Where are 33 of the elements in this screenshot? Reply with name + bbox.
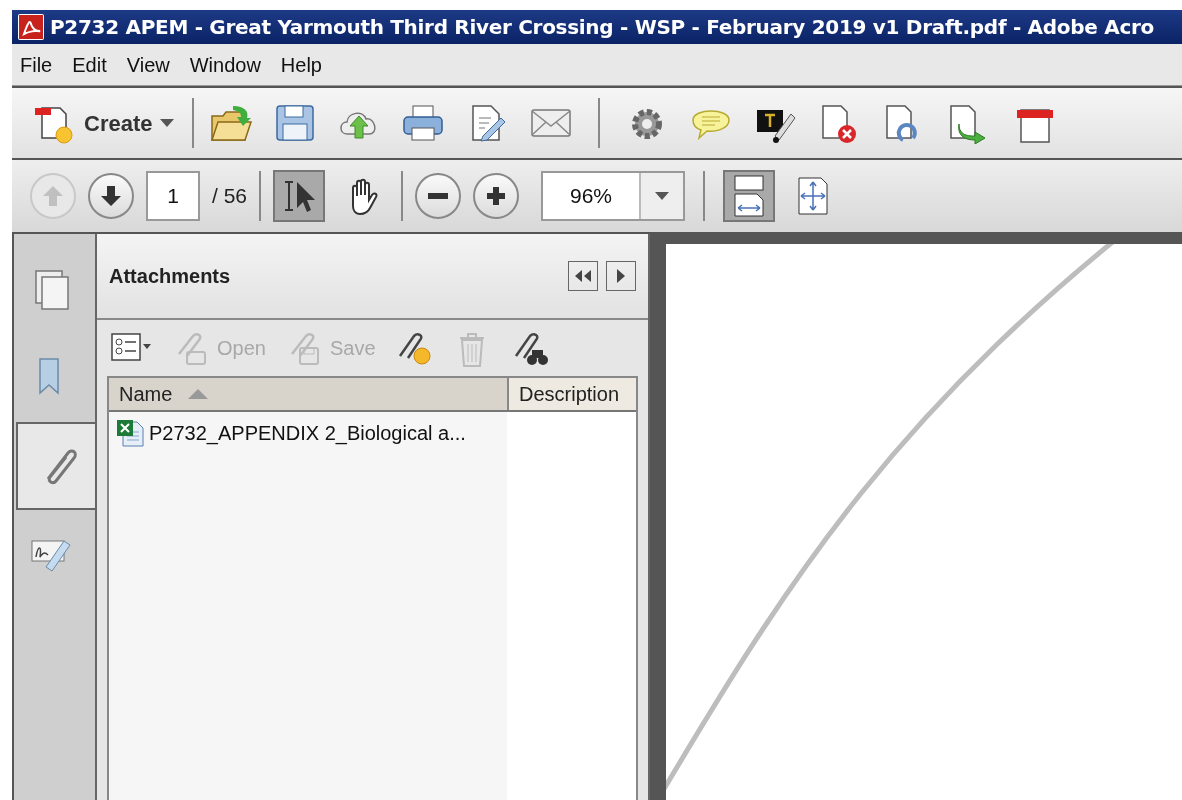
attachment-row[interactable]: P2732_APPENDIX 2_Biological a... (109, 416, 507, 450)
menu-item[interactable]: View (126, 49, 170, 80)
menu-item[interactable]: Edit (72, 49, 107, 80)
next-page-button[interactable] (88, 173, 134, 219)
fit-page-icon (796, 174, 831, 218)
zoom-out-button[interactable] (415, 173, 462, 219)
dropdown-caret-icon (655, 192, 670, 200)
select-tool-button[interactable] (273, 170, 326, 222)
panel-title: Attachments (109, 264, 232, 289)
create-button[interactable]: Create (32, 102, 175, 144)
pdf-icon (16, 12, 46, 42)
zoom-in-button[interactable] (473, 173, 520, 219)
minus-icon (428, 193, 449, 199)
page-count: / 56 (212, 183, 248, 210)
up-arrow-icon (41, 184, 65, 208)
column-header[interactable]: Name (109, 378, 507, 410)
window-title: P2732 APEM - Great Yarmouth Third River Crossing - WSP - February 2019 v1 Draft.pdf - Adobe Acro (50, 14, 1154, 41)
printer-icon (401, 102, 446, 144)
menu-item[interactable]: Window (189, 49, 261, 80)
fit-width-button[interactable] (723, 170, 776, 222)
right-arrow-icon (616, 269, 626, 283)
menu-item[interactable]: File (20, 49, 53, 80)
menu-item[interactable]: Help (280, 49, 322, 80)
dropdown-caret-icon (160, 119, 175, 127)
page-width-icon (732, 174, 767, 218)
double-left-arrow-icon (574, 270, 592, 282)
spreadsheet-icon (115, 418, 145, 448)
page-number-field[interactable]: 1 (146, 171, 200, 221)
column-header[interactable]: Description (507, 378, 636, 410)
zoom-dropdown[interactable]: 96% (541, 171, 686, 221)
panel-options-button[interactable] (606, 261, 636, 291)
down-arrow-icon (99, 184, 123, 208)
collapse-panel-button[interactable] (568, 261, 598, 291)
